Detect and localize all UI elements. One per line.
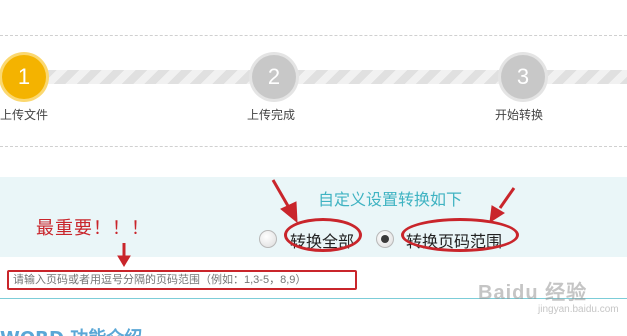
arrow-to-range-input	[117, 243, 131, 267]
watermark-brand: Baidu 经验	[478, 282, 588, 304]
arrow-to-convert-all	[271, 179, 298, 224]
watermark-url: jingyan.baidu.com	[538, 304, 619, 315]
baidu-watermark: Baidu 经验 jingyan.baidu.com	[478, 276, 619, 315]
arrow-to-page-range	[489, 187, 516, 223]
